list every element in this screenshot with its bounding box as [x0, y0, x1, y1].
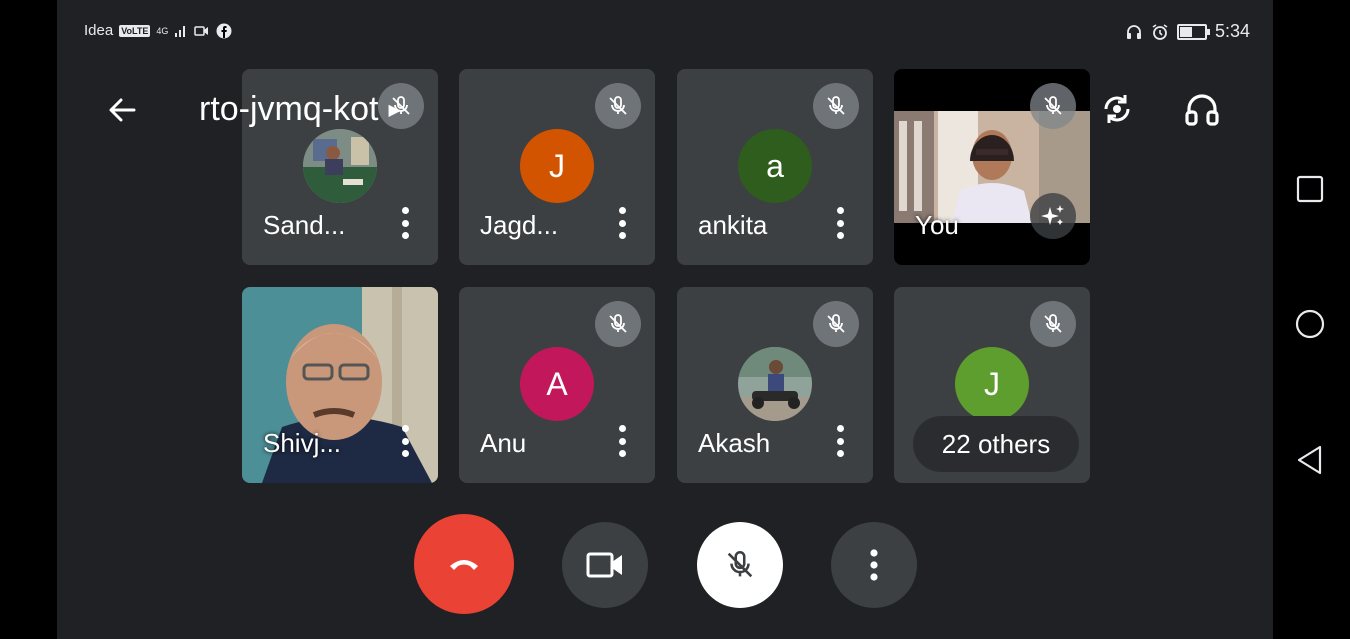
video-camera-icon — [586, 552, 622, 578]
meeting-code: rto-jvmq-kot — [199, 90, 379, 128]
mic-toggle-button[interactable] — [697, 522, 783, 608]
meeting-code-button[interactable]: rto-jvmq-kot ▶ — [199, 90, 401, 129]
status-bar: Idea VoLTE 4G 5:34 — [0, 0, 1350, 60]
headphones-icon[interactable] — [1181, 88, 1223, 130]
headset-status-icon — [1126, 24, 1141, 39]
battery-icon — [1176, 23, 1210, 40]
participant-name: Sand... — [263, 210, 346, 240]
phone-hangup-icon — [450, 560, 478, 570]
chevron-right-icon: ▶ — [388, 101, 401, 119]
volte-badge: VoLTE — [119, 24, 151, 37]
participant-letter-avatar: J — [955, 347, 1029, 421]
participant-photo-avatar — [738, 347, 812, 421]
more-vert-icon — [870, 549, 878, 581]
video-status-icon — [194, 25, 209, 36]
recents-icon[interactable] — [1295, 174, 1325, 204]
end-call-button[interactable] — [414, 514, 514, 614]
participant-more-icon[interactable] — [617, 207, 627, 239]
more-options-button[interactable] — [831, 522, 917, 608]
status-left: Idea VoLTE 4G — [84, 22, 232, 39]
participant-more-icon[interactable] — [400, 425, 410, 457]
effects-sparkle-icon[interactable] — [1030, 193, 1076, 239]
participant-name: Shivj... — [263, 428, 342, 458]
muted-mic-icon — [1030, 301, 1076, 347]
participant-tile[interactable]: Akash — [677, 287, 873, 483]
back-nav-icon[interactable] — [1295, 445, 1325, 475]
participant-name: You — [915, 210, 959, 240]
participant-name: Akash — [698, 428, 771, 458]
participant-more-icon[interactable] — [835, 207, 845, 239]
participant-more-icon[interactable] — [617, 425, 627, 457]
participant-more-icon[interactable] — [400, 207, 410, 239]
call-header: rto-jvmq-kot ▶ — [0, 70, 1350, 150]
mic-off-icon — [727, 550, 753, 578]
facebook-icon — [216, 23, 232, 38]
home-icon[interactable] — [1295, 309, 1325, 339]
signal-icon — [175, 25, 186, 37]
status-right: 5:34 — [1125, 21, 1250, 42]
participant-name: Anu — [480, 428, 527, 458]
participant-more-icon[interactable] — [835, 425, 845, 457]
carrier-label: Idea — [84, 22, 114, 39]
participant-letter-avatar: A — [520, 347, 594, 421]
muted-mic-icon — [595, 301, 641, 347]
camera-toggle-button[interactable] — [562, 522, 648, 608]
arrow-back-icon[interactable] — [104, 92, 140, 128]
participant-video-tile[interactable]: Shivj... — [242, 287, 438, 483]
muted-mic-icon — [813, 301, 859, 347]
others-count-pill[interactable]: 22 others — [913, 416, 1079, 472]
network-label: 4G — [156, 25, 169, 36]
participant-tile[interactable]: A Anu — [459, 287, 655, 483]
participant-name: ankita — [698, 210, 768, 240]
flip-camera-icon[interactable] — [1096, 88, 1138, 130]
alarm-icon — [1152, 23, 1168, 40]
participant-name: Jagd... — [480, 210, 559, 240]
clock: 5:34 — [1214, 21, 1250, 41]
